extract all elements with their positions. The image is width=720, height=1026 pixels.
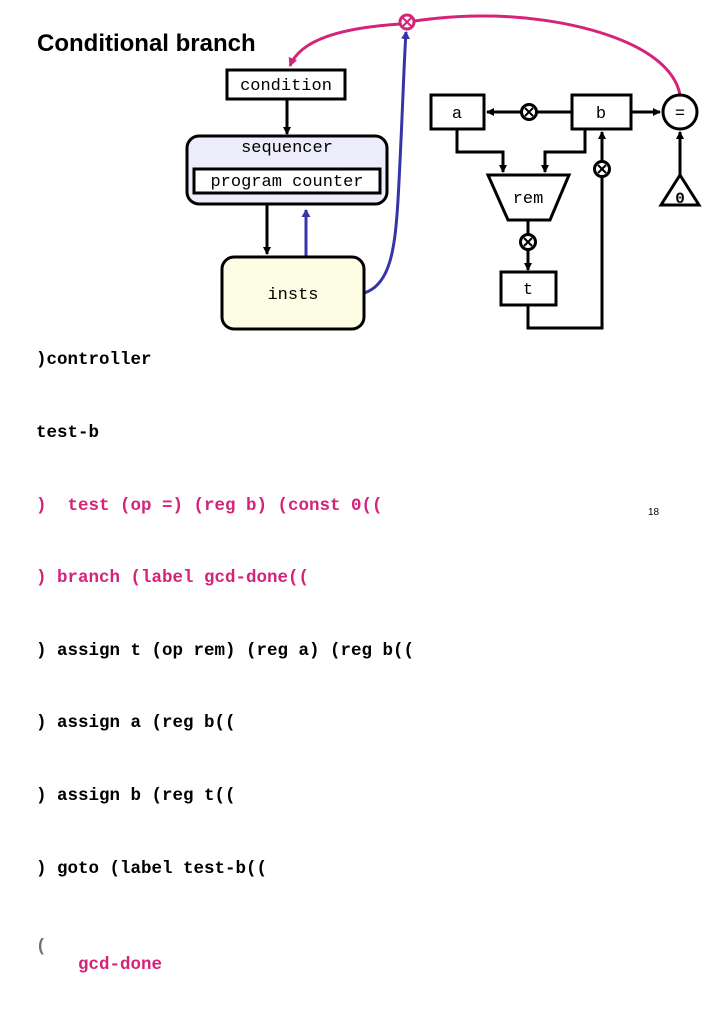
- code-line: test-b: [36, 423, 100, 443]
- trailing-paren: (: [36, 937, 47, 958]
- b-to-rem-wire: [541, 129, 587, 173]
- code-line: ) assign t (op rem) (reg a) (reg b((: [36, 640, 415, 661]
- a-to-rem-wire: [455, 129, 507, 173]
- controller-code: )controller test-b ) test (op =) (reg b)…: [36, 300, 414, 978]
- branch-to-condition-wire: [288, 22, 401, 67]
- register-a-label: a: [452, 105, 462, 124]
- code-line: ) assign a (reg b((: [36, 713, 236, 734]
- code-line-branch: ) branch (label gcd-done((: [36, 568, 310, 589]
- code-line-gcd-done: gcd-done (: [36, 929, 414, 975]
- gcd-done-label: gcd-done: [78, 955, 163, 976]
- code-line-test: ) test (op =) (reg b) (const 0((: [36, 495, 383, 516]
- page-number: 18: [648, 507, 660, 518]
- code-line: )controller: [36, 350, 152, 371]
- sequencer-label: sequencer: [241, 139, 333, 158]
- code-line: ) assign b (reg t((: [36, 785, 236, 806]
- rem-operator-label: rem: [513, 190, 544, 209]
- equals-operator-label: =: [675, 105, 685, 124]
- assign-b-button-icon[interactable]: [593, 160, 611, 178]
- constant-zero-label: 0: [675, 190, 685, 208]
- condition-label: condition: [240, 77, 332, 96]
- register-t-label: t: [523, 281, 533, 300]
- equals-to-branch-wire: [407, 14, 682, 96]
- code-line: ) goto (label test-b((: [36, 858, 268, 879]
- assign-t-button-icon[interactable]: [519, 233, 537, 251]
- assign-a-button-icon[interactable]: [520, 103, 538, 121]
- branch-button-icon[interactable]: [398, 13, 416, 31]
- program-counter-label: program counter: [210, 173, 363, 192]
- register-b-label: b: [596, 105, 606, 124]
